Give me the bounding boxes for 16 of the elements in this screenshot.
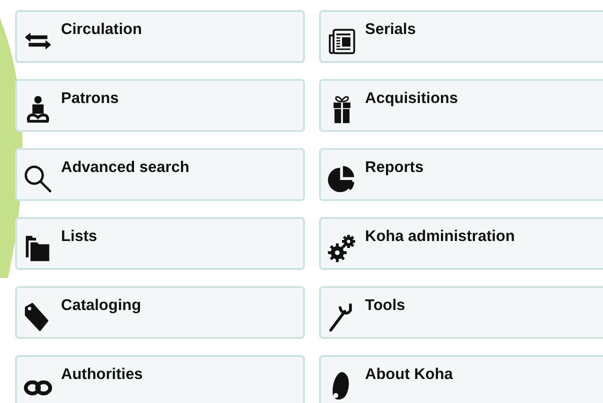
module-button[interactable]: Advanced search bbox=[15, 148, 305, 201]
module-button[interactable]: Koha administration bbox=[319, 217, 603, 270]
pie-chart-icon bbox=[327, 164, 357, 194]
module-button[interactable]: Serials bbox=[319, 10, 603, 63]
module-button[interactable]: Lists bbox=[15, 217, 305, 270]
module-button[interactable]: Cataloging bbox=[15, 286, 305, 339]
module-button[interactable]: Tools bbox=[319, 286, 603, 339]
search-icon bbox=[23, 164, 53, 194]
module-button[interactable]: About Koha bbox=[319, 355, 603, 403]
module-button[interactable]: Circulation bbox=[15, 10, 305, 63]
module-button[interactable]: Patrons bbox=[15, 79, 305, 132]
module-button[interactable]: Reports bbox=[319, 148, 603, 201]
gears-icon bbox=[327, 233, 357, 263]
newspaper-icon bbox=[327, 26, 357, 56]
module-button[interactable]: Acquisitions bbox=[319, 79, 603, 132]
module-button[interactable]: Authorities bbox=[15, 355, 305, 403]
